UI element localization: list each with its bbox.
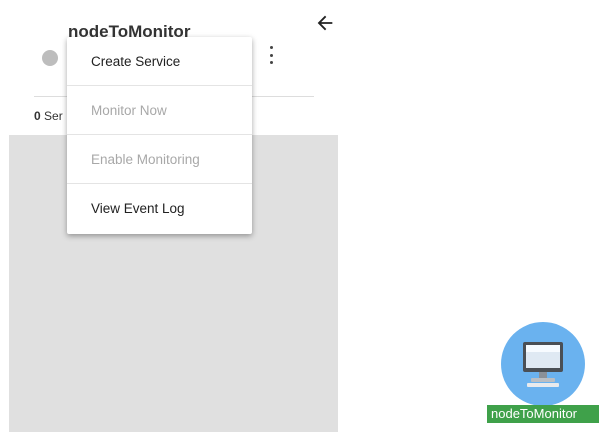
services-count-label: Ser [44, 109, 63, 123]
more-vertical-icon[interactable] [264, 44, 278, 66]
arrow-left-icon[interactable] [314, 12, 336, 34]
menu-item-monitor-now[interactable]: Monitor Now [67, 86, 252, 135]
node-status-indicator [42, 50, 58, 66]
menu-item-create-service[interactable]: Create Service [67, 37, 252, 86]
menu-item-view-event-log[interactable]: View Event Log [67, 184, 252, 233]
services-count-value: 0 [34, 109, 41, 123]
desktop-computer-icon [523, 342, 563, 387]
menu-item-enable-monitoring[interactable]: Enable Monitoring [67, 135, 252, 184]
topology-node-label: nodeToMonitor [487, 405, 599, 423]
node-context-menu: Create Service Monitor Now Enable Monito… [67, 37, 252, 234]
topology-node[interactable] [501, 322, 585, 406]
